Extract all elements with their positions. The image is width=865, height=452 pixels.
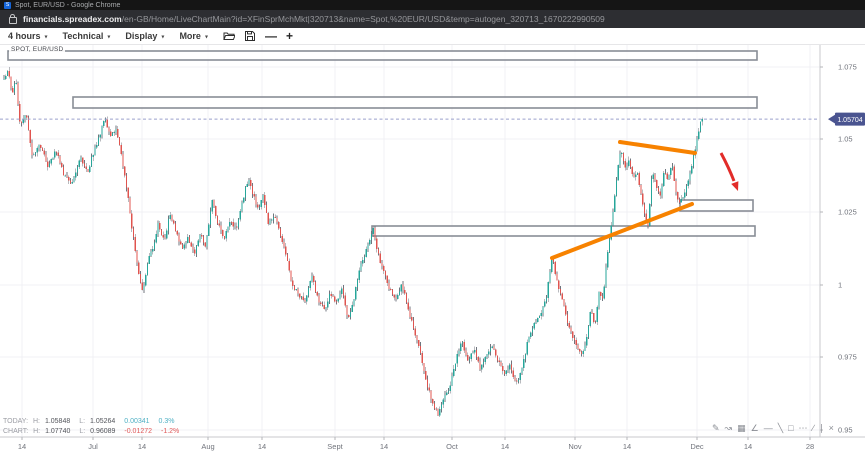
time-axis-labels: 14 Jul 14 Aug 14 Sept 14 Oct 14 Nov 14 Dec 14 28 xyxy=(18,442,814,451)
support-zone-wide[interactable] xyxy=(372,226,755,236)
chart-toolbar: 4 hours▾ Technical▾ Display▾ More▾ — + xyxy=(0,28,865,45)
zoom-out-button[interactable]: — xyxy=(265,29,277,43)
today-low-value: 1.05264 xyxy=(90,418,115,425)
chevron-down-icon: ▾ xyxy=(161,33,164,40)
sell-arrow[interactable] xyxy=(721,153,738,191)
url-path: /en-GB/Home/LiveChartMain?id=XFinSprMchM… xyxy=(122,14,605,24)
svg-text:0.975: 0.975 xyxy=(838,353,857,362)
chevron-down-icon: ▾ xyxy=(205,33,208,40)
svg-text:28: 28 xyxy=(806,442,814,451)
svg-text:1.075: 1.075 xyxy=(838,63,857,72)
timeframe-label: 4 hours xyxy=(8,31,41,41)
svg-text:1.05704: 1.05704 xyxy=(837,117,862,124)
svg-text:14: 14 xyxy=(501,442,509,451)
today-label: TODAY: xyxy=(3,418,28,425)
chart-legend-row: CHART: H: 1.07740 L: 0.96089 -0.01272 -1… xyxy=(3,427,186,437)
chart-label: CHART: xyxy=(3,428,28,435)
more-menu[interactable]: More ▾ xyxy=(179,31,208,41)
today-change-value: 0.00341 xyxy=(124,418,149,425)
drawing-toolbar[interactable]: ✎ ↝ ▦ ∠ — ╲ □ ⋯ ∕ ∣ × xyxy=(712,423,834,433)
resistance-zone-top[interactable] xyxy=(8,51,757,60)
svg-text:1: 1 xyxy=(838,281,842,290)
lock-icon xyxy=(9,17,17,24)
svg-text:Sept: Sept xyxy=(327,442,343,451)
save-icon[interactable] xyxy=(245,31,255,41)
indicators-icon[interactable]: ∠ xyxy=(751,423,759,433)
chart-area[interactable]: 14 Jul 14 Aug 14 Sept 14 Oct 14 Nov 14 Dec 14 28 1.075… xyxy=(0,44,865,452)
chart-high-value: 1.07740 xyxy=(45,428,70,435)
chart-legend: TODAY: H: 1.05848 L: 1.05264 0.00341 0.3… xyxy=(3,417,186,436)
current-price-badge: 1.05704 xyxy=(828,113,865,126)
svg-text:14: 14 xyxy=(623,442,631,451)
display-menu[interactable]: Display ▾ xyxy=(125,31,164,41)
today-high-value: 1.05848 xyxy=(45,418,70,425)
low-label: L: xyxy=(79,428,85,435)
horizontal-line-icon[interactable]: — xyxy=(764,423,773,433)
svg-text:0.95: 0.95 xyxy=(838,426,853,435)
today-change-pct: 0.3% xyxy=(159,418,175,425)
technical-menu[interactable]: Technical▾ xyxy=(63,31,111,41)
address-text[interactable]: financials.spreadex.com/en-GB/Home/LiveC… xyxy=(23,14,605,24)
svg-text:14: 14 xyxy=(744,442,752,451)
svg-text:1.05: 1.05 xyxy=(838,135,853,144)
svg-text:14: 14 xyxy=(258,442,266,451)
pattern-icon[interactable]: ⋯ xyxy=(799,423,808,433)
low-label: L: xyxy=(79,418,85,425)
zoom-in-button[interactable]: + xyxy=(286,29,293,43)
trend-line-icon[interactable]: ╲ xyxy=(778,423,783,433)
technical-label: Technical xyxy=(63,31,104,41)
more-label: More xyxy=(179,31,201,41)
instrument-label: SPOT, EUR/USD xyxy=(9,46,65,53)
svg-text:Oct: Oct xyxy=(446,442,459,451)
high-label: H: xyxy=(33,418,40,425)
browser-titlebar: S Spot, EUR/USD - Google Chrome xyxy=(0,0,865,10)
candlestick-chart[interactable]: 14 Jul 14 Aug 14 Sept 14 Oct 14 Nov 14 Dec 14 28 1.075… xyxy=(0,44,865,452)
open-folder-icon[interactable] xyxy=(223,31,235,41)
chart-change-pct: -1.2% xyxy=(161,428,179,435)
svg-text:Nov: Nov xyxy=(568,442,582,451)
svg-text:1.025: 1.025 xyxy=(838,208,857,217)
timeframe-menu[interactable]: 4 hours ▾ xyxy=(8,31,48,41)
svg-text:14: 14 xyxy=(18,442,26,451)
window-title: Spot, EUR/USD - Google Chrome xyxy=(15,2,120,9)
resistance-zone-upper[interactable] xyxy=(73,97,757,108)
descending-trendline[interactable] xyxy=(620,142,695,153)
ray-icon[interactable]: ∕ xyxy=(813,423,815,433)
spreadex-favicon: S xyxy=(4,2,11,9)
url-domain: financials.spreadex.com xyxy=(23,14,122,24)
svg-text:Aug: Aug xyxy=(201,442,214,451)
svg-text:Dec: Dec xyxy=(690,442,704,451)
remove-icon[interactable]: × xyxy=(829,423,834,433)
svg-text:14: 14 xyxy=(138,442,146,451)
grid-icon[interactable]: ▦ xyxy=(737,423,746,433)
svg-text:Jul: Jul xyxy=(88,442,98,451)
chevron-down-icon: ▾ xyxy=(45,33,48,40)
chart-low-value: 0.96089 xyxy=(90,428,115,435)
high-label: H: xyxy=(33,428,40,435)
browser-urlbar[interactable]: financials.spreadex.com/en-GB/Home/LiveC… xyxy=(0,10,865,28)
display-label: Display xyxy=(125,31,157,41)
chevron-down-icon: ▾ xyxy=(107,33,110,40)
vertical-line-icon[interactable]: ∣ xyxy=(819,423,824,433)
svg-text:14: 14 xyxy=(380,442,388,451)
freehand-icon[interactable]: ↝ xyxy=(725,423,733,433)
chart-change-value: -0.01272 xyxy=(124,428,152,435)
today-legend-row: TODAY: H: 1.05848 L: 1.05264 0.00341 0.3… xyxy=(3,417,186,427)
pencil-icon[interactable]: ✎ xyxy=(712,423,720,433)
rectangle-icon[interactable]: □ xyxy=(788,423,793,433)
